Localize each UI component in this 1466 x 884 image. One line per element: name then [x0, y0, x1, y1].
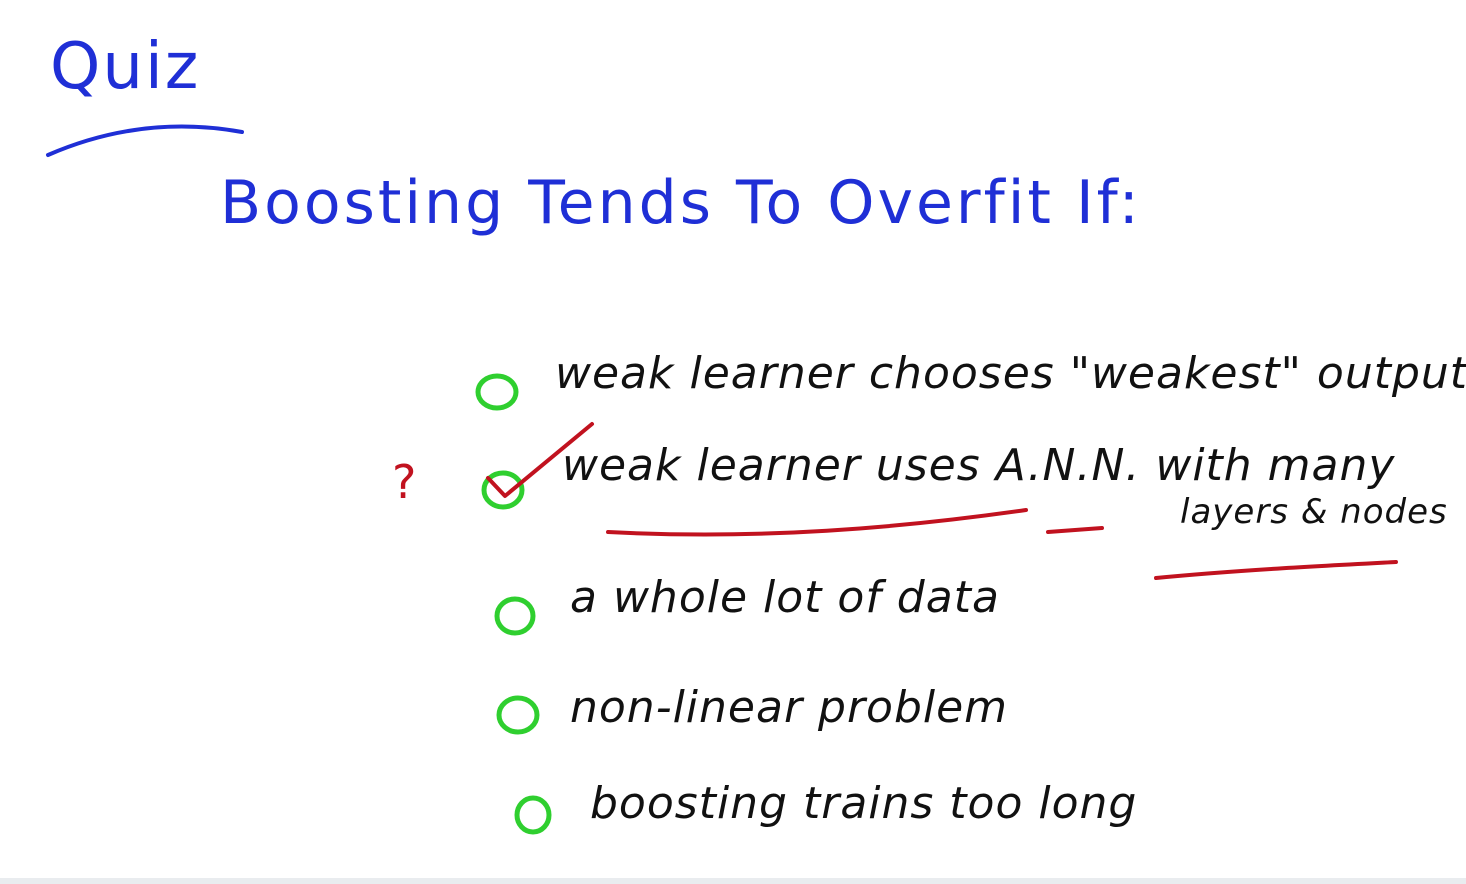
title-underline: [46, 124, 244, 157]
underline-layers-nodes: [1154, 560, 1398, 580]
underline-weak-learner: [606, 508, 1028, 537]
checkbox-option-5[interactable]: [514, 795, 552, 835]
checkbox-option-1[interactable]: [475, 373, 519, 411]
quiz-slide: Quiz Boosting Tends To Overfit If: weak …: [0, 0, 1466, 884]
checkbox-option-3[interactable]: [494, 596, 536, 636]
bottom-strip: [0, 878, 1466, 884]
ink-overlay: [46, 124, 1398, 835]
checkmark-icon: [486, 422, 594, 498]
checkbox-option-4[interactable]: [496, 695, 540, 735]
underline-ann: [1046, 526, 1104, 534]
